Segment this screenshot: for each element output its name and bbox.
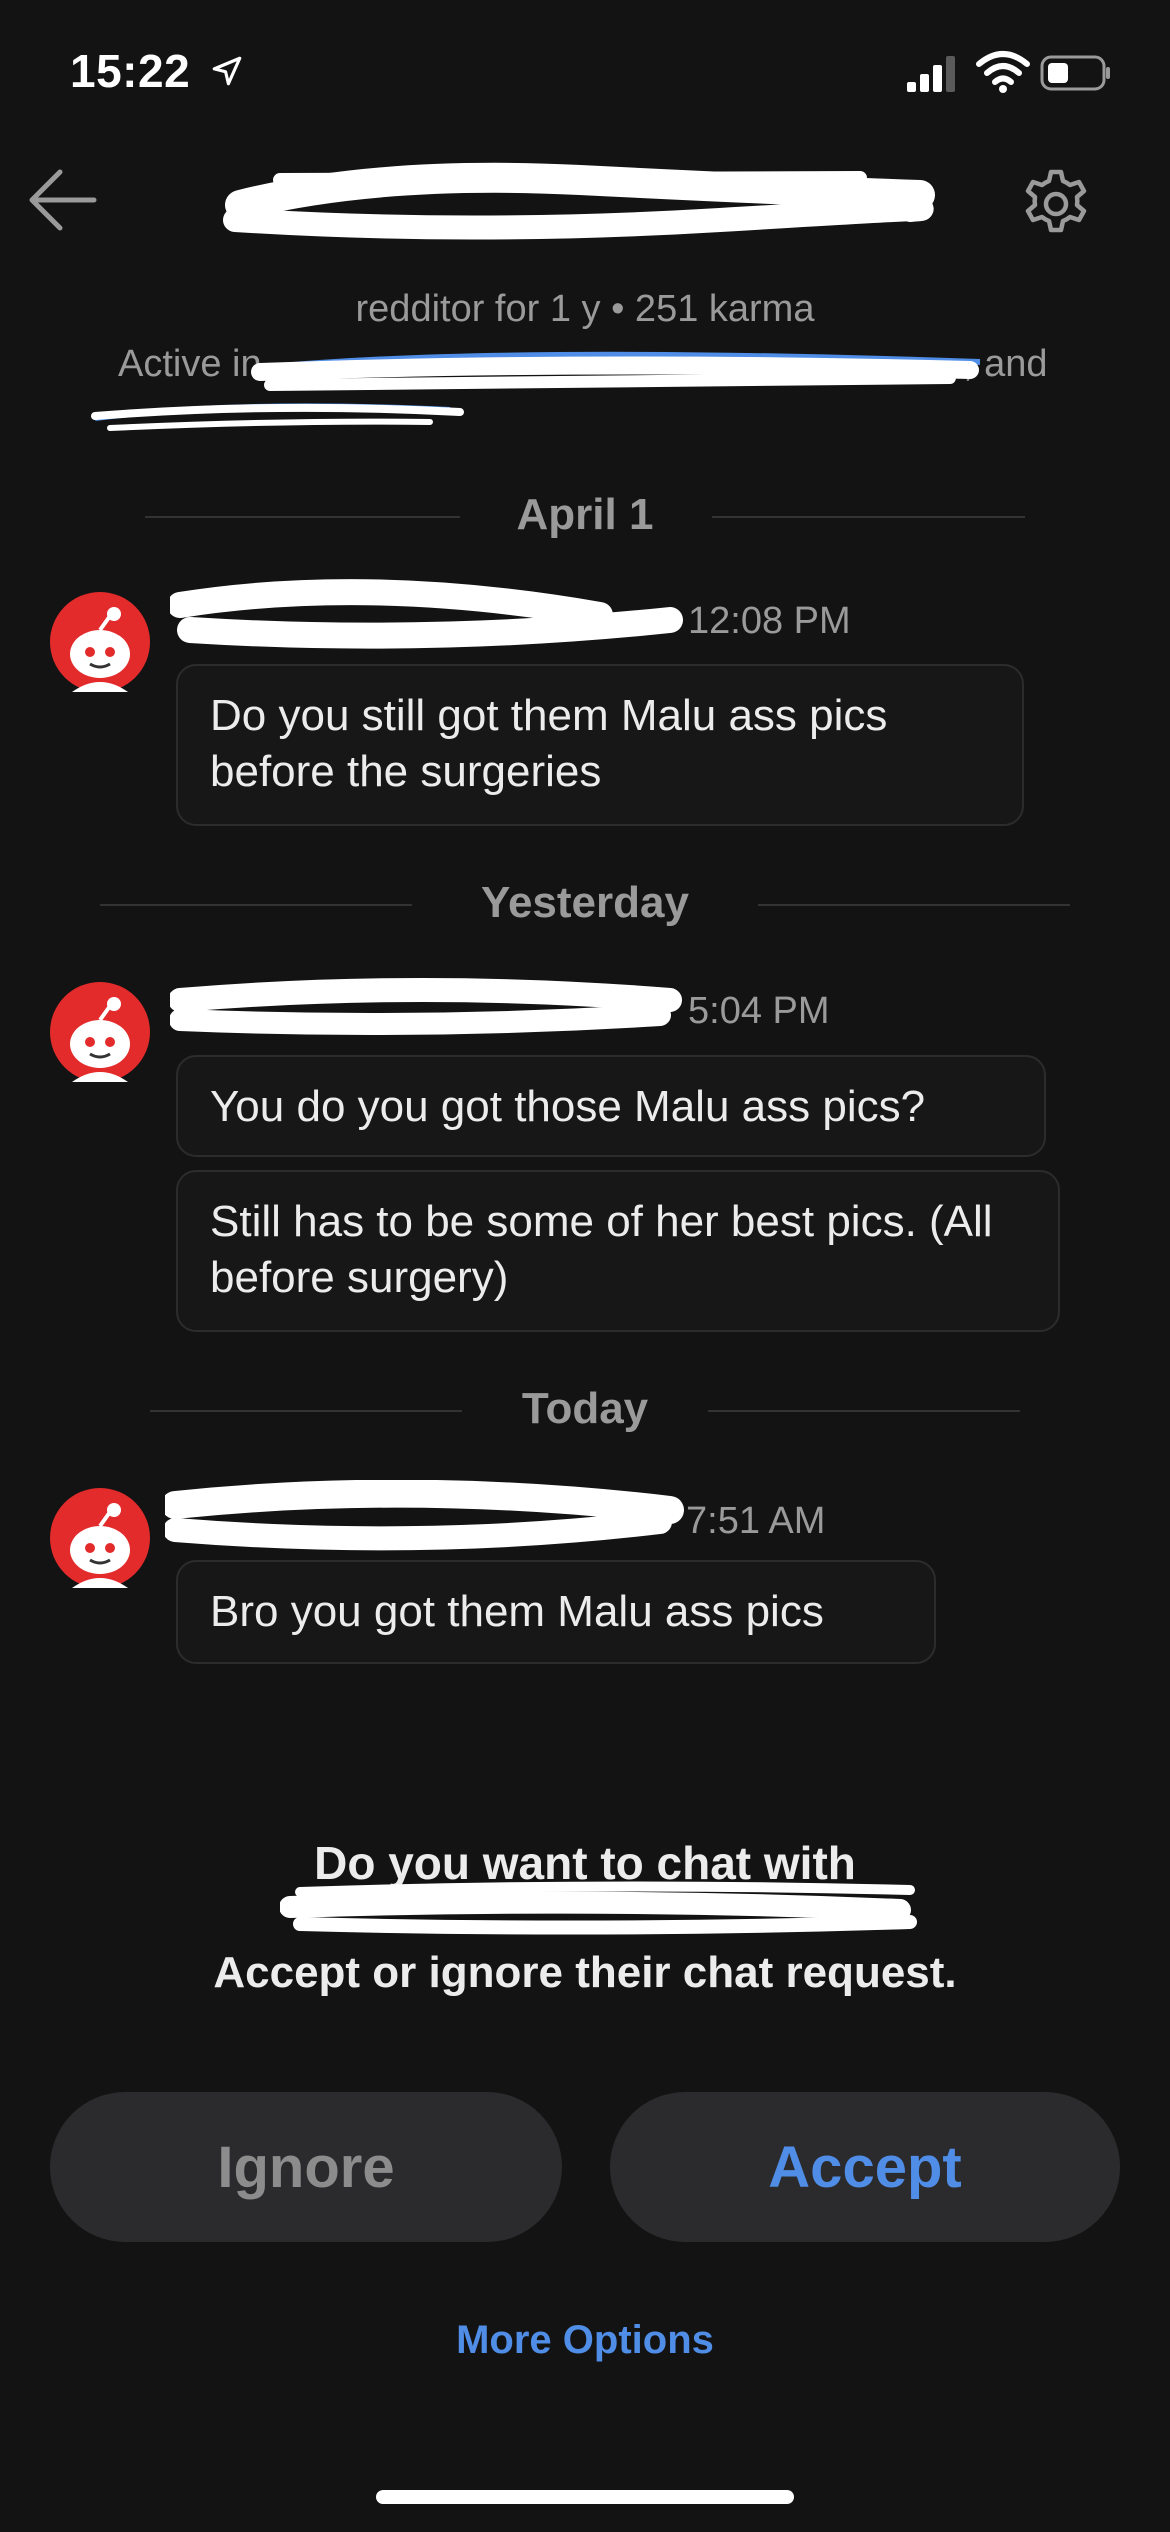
back-arrow-icon[interactable] [24,162,100,238]
redaction-scribble-sender [165,1480,684,1551]
location-arrow-icon [212,56,242,86]
message-bubble[interactable]: Still has to be some of her best pics. (… [176,1170,1060,1332]
redaction-scribble-sender [170,978,682,1035]
date-divider: Today [521,1384,649,1433]
profile-meta: redditor for 1 y • 251 karma [355,288,815,330]
redaction-scribble-title [223,162,935,240]
redaction-scribble-communities [91,351,981,431]
home-indicator[interactable] [376,2490,794,2504]
divider-right [708,1410,1020,1412]
redaction-scribble-request-name [280,1881,917,1935]
signal-icon [907,56,955,92]
divider-right [758,904,1070,906]
divider-left [145,516,460,518]
accept-button[interactable]: Accept [610,2092,1120,2242]
gear-icon[interactable] [1018,166,1094,242]
date-divider: April 1 [516,490,654,539]
redaction-scribble-sender [170,579,683,649]
date-divider: Yesterday [481,878,689,927]
avatar[interactable] [50,1488,150,1588]
message-bubble[interactable]: Do you still got them Malu ass pics befo… [176,664,1024,826]
message-time: 12:08 PM [688,600,851,642]
status-time: 15:22 [70,45,191,97]
message-bubble[interactable]: You do you got those Malu ass pics? [176,1055,1046,1157]
ignore-button[interactable]: Ignore [50,2092,562,2242]
message-time: 5:04 PM [688,990,830,1032]
divider-right [712,516,1025,518]
avatar[interactable] [50,982,150,1082]
more-options-link[interactable]: More Options [0,2318,1170,2363]
message-time: 7:51 AM [686,1500,826,1542]
chat-request-instruction: Accept or ignore their chat request. [213,1948,957,1997]
wifi-icon [976,51,1030,93]
divider-left [150,1410,462,1412]
avatar[interactable] [50,592,150,692]
message-bubble[interactable]: Bro you got them Malu ass pics [176,1560,936,1664]
divider-left [100,904,412,906]
battery-icon [1040,55,1110,91]
